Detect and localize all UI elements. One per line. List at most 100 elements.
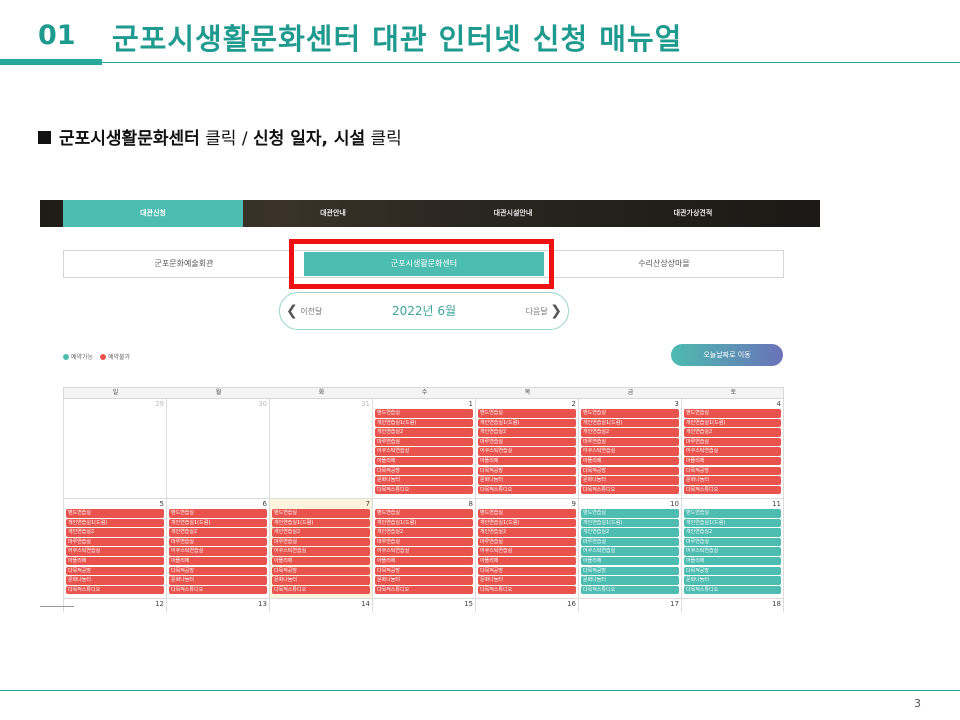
facility-unavailable[interactable]: 밴드연습실 (375, 509, 473, 518)
facility-unavailable[interactable]: 아뜰리에 (66, 556, 164, 566)
facility-unavailable[interactable]: 문화나눔터 (478, 576, 576, 585)
nav-tab-estimate[interactable]: 대관가상견적 (603, 200, 783, 227)
facility-unavailable[interactable]: 개인연습실1(드럼) (66, 518, 164, 528)
facility-available[interactable]: 문화나눔터 (684, 576, 781, 585)
facility-unavailable[interactable]: 다목적스튜디오 (375, 485, 473, 495)
facility-unavailable[interactable]: 다목적공방 (581, 466, 679, 476)
calendar-day-cell[interactable]: 2 밴드연습실 개인연습실1(드럼) 개인연습실2 마루연습실 어쿠스틱연습실 아뜰리에 다목… (475, 399, 578, 499)
facility-unavailable[interactable]: 개인연습실1(드럼) (478, 418, 576, 428)
facility-unavailable[interactable]: 밴드연습실 (684, 409, 781, 418)
facility-unavailable[interactable]: 다목적스튜디오 (581, 485, 679, 495)
facility-unavailable[interactable]: 밴드연습실 (272, 509, 370, 518)
next-month-button[interactable]: 다음달 ❯ (526, 293, 562, 330)
calendar-day-cell[interactable]: 13 (166, 599, 269, 612)
facility-unavailable[interactable]: 문화나눔터 (375, 476, 473, 485)
facility-unavailable[interactable]: 개인연습실2 (375, 428, 473, 437)
facility-unavailable[interactable]: 밴드연습실 (66, 509, 164, 518)
facility-unavailable[interactable]: 개인연습실1(드럼) (478, 518, 576, 528)
venue-arts-center[interactable]: 군포문화예술회관 (64, 251, 304, 277)
go-to-today-button[interactable]: 오늘날짜로 이동 (671, 344, 783, 366)
facility-unavailable[interactable]: 어쿠스틱연습실 (478, 447, 576, 456)
facility-unavailable[interactable]: 개인연습실2 (684, 428, 781, 437)
facility-unavailable[interactable]: 아뜰리에 (478, 556, 576, 566)
calendar-day-cell[interactable]: 1 밴드연습실 개인연습실1(드럼) 개인연습실2 마루연습실 어쿠스틱연습실 아뜰리에 다목… (372, 399, 475, 499)
facility-unavailable[interactable]: 어쿠스틱연습실 (66, 547, 164, 556)
facility-unavailable[interactable]: 다목적공방 (684, 466, 781, 476)
facility-unavailable[interactable]: 문화나눔터 (375, 576, 473, 585)
facility-unavailable[interactable]: 개인연습실2 (478, 428, 576, 437)
facility-unavailable[interactable]: 다목적공방 (272, 566, 370, 576)
facility-unavailable[interactable]: 개인연습실2 (478, 528, 576, 537)
facility-available[interactable]: 개인연습실2 (684, 528, 781, 537)
facility-unavailable[interactable]: 어쿠스틱연습실 (272, 547, 370, 556)
facility-unavailable[interactable]: 마루연습실 (478, 537, 576, 547)
facility-unavailable[interactable]: 개인연습실2 (581, 428, 679, 437)
calendar-day-cell[interactable]: 17 (578, 599, 681, 612)
calendar-day-cell[interactable]: 10 밴드연습실 개인연습실1(드럼) 개인연습실2 마루연습실 어쿠스틱연습실 아뜰리에 다… (578, 499, 681, 599)
facility-available[interactable]: 다목적스튜디오 (581, 585, 679, 595)
facility-available[interactable]: 어쿠스틱연습실 (684, 547, 781, 556)
facility-unavailable[interactable]: 문화나눔터 (581, 476, 679, 485)
facility-unavailable[interactable]: 어쿠스틱연습실 (684, 447, 781, 456)
facility-unavailable[interactable]: 아뜰리에 (375, 456, 473, 466)
facility-unavailable[interactable]: 다목적스튜디오 (478, 485, 576, 495)
facility-unavailable[interactable]: 마루연습실 (169, 537, 267, 547)
facility-available[interactable]: 마루연습실 (684, 537, 781, 547)
facility-unavailable[interactable]: 다목적스튜디오 (478, 585, 576, 595)
facility-unavailable[interactable]: 마루연습실 (478, 437, 576, 447)
facility-unavailable[interactable]: 아뜰리에 (478, 456, 576, 466)
facility-unavailable[interactable]: 다목적공방 (66, 566, 164, 576)
facility-available[interactable]: 아뜰리에 (581, 556, 679, 566)
calendar-day-cell[interactable]: 9 밴드연습실 개인연습실1(드럼) 개인연습실2 마루연습실 어쿠스틱연습실 아뜰리에 다목… (475, 499, 578, 599)
calendar-day-cell[interactable]: 11 밴드연습실 개인연습실1(드럼) 개인연습실2 마루연습실 어쿠스틱연습실 아뜰리에 다… (681, 499, 784, 599)
facility-unavailable[interactable]: 아뜰리에 (272, 556, 370, 566)
venue-surisan-village[interactable]: 수리산상상마을 (544, 251, 784, 277)
facility-unavailable[interactable]: 어쿠스틱연습실 (169, 547, 267, 556)
calendar-day-cell[interactable]: 15 (372, 599, 475, 612)
calendar-day-cell[interactable]: 7 밴드연습실 개인연습실1(드럼) 개인연습실2 마루연습실 어쿠스틱연습실 아뜰리에 다목… (269, 499, 372, 599)
facility-unavailable[interactable]: 마루연습실 (684, 437, 781, 447)
facility-unavailable[interactable]: 마루연습실 (272, 537, 370, 547)
facility-unavailable[interactable]: 개인연습실1(드럼) (375, 418, 473, 428)
facility-unavailable[interactable]: 다목적공방 (375, 466, 473, 476)
facility-available[interactable]: 밴드연습실 (684, 509, 781, 518)
facility-unavailable[interactable]: 다목적공방 (478, 466, 576, 476)
calendar-day-cell[interactable]: 29 (63, 399, 166, 499)
facility-unavailable[interactable]: 다목적공방 (375, 566, 473, 576)
calendar-day-cell[interactable]: 30 (166, 399, 269, 499)
calendar-day-cell[interactable]: 16 (475, 599, 578, 612)
facility-unavailable[interactable]: 밴드연습실 (375, 409, 473, 418)
nav-tab-facility-guide[interactable]: 대관시설안내 (423, 200, 603, 227)
facility-available[interactable]: 밴드연습실 (581, 509, 679, 518)
calendar-day-cell[interactable]: 4 밴드연습실 개인연습실1(드럼) 개인연습실2 마루연습실 어쿠스틱연습실 아뜰리에 다목… (681, 399, 784, 499)
facility-unavailable[interactable]: 마루연습실 (375, 537, 473, 547)
facility-available[interactable]: 다목적공방 (684, 566, 781, 576)
facility-available[interactable]: 개인연습실2 (581, 528, 679, 537)
facility-available[interactable]: 개인연습실1(드럼) (684, 518, 781, 528)
facility-unavailable[interactable]: 아뜰리에 (169, 556, 267, 566)
calendar-day-cell[interactable]: 31 (269, 399, 372, 499)
facility-unavailable[interactable]: 밴드연습실 (169, 509, 267, 518)
calendar-day-cell[interactable]: 8 밴드연습실 개인연습실1(드럼) 개인연습실2 마루연습실 어쿠스틱연습실 아뜰리에 다목… (372, 499, 475, 599)
calendar-day-cell[interactable]: 12 (63, 599, 166, 612)
facility-unavailable[interactable]: 마루연습실 (375, 437, 473, 447)
facility-unavailable[interactable]: 문화나눔터 (169, 576, 267, 585)
facility-available[interactable]: 다목적공방 (581, 566, 679, 576)
facility-unavailable[interactable]: 문화나눔터 (478, 476, 576, 485)
facility-available[interactable]: 다목적스튜디오 (684, 585, 781, 595)
calendar-day-cell[interactable]: 3 밴드연습실 개인연습실1(드럼) 개인연습실2 마루연습실 어쿠스틱연습실 아뜰리에 다목… (578, 399, 681, 499)
facility-unavailable[interactable]: 개인연습실1(드럼) (272, 518, 370, 528)
nav-tab-guide[interactable]: 대관안내 (243, 200, 423, 227)
facility-unavailable[interactable]: 문화나눔터 (272, 576, 370, 585)
facility-unavailable[interactable]: 개인연습실2 (375, 528, 473, 537)
facility-unavailable[interactable]: 아뜰리에 (684, 456, 781, 466)
facility-unavailable[interactable]: 개인연습실2 (66, 528, 164, 537)
facility-unavailable[interactable]: 다목적스튜디오 (169, 585, 267, 595)
facility-available[interactable]: 문화나눔터 (581, 576, 679, 585)
facility-unavailable[interactable]: 어쿠스틱연습실 (375, 547, 473, 556)
facility-unavailable[interactable]: 개인연습실2 (169, 528, 267, 537)
calendar-day-cell[interactable]: 5 밴드연습실 개인연습실1(드럼) 개인연습실2 마루연습실 어쿠스틱연습실 아뜰리에 다목… (63, 499, 166, 599)
facility-unavailable[interactable]: 다목적공방 (478, 566, 576, 576)
facility-unavailable[interactable]: 개인연습실1(드럼) (375, 518, 473, 528)
facility-unavailable[interactable]: 문화나눔터 (684, 476, 781, 485)
